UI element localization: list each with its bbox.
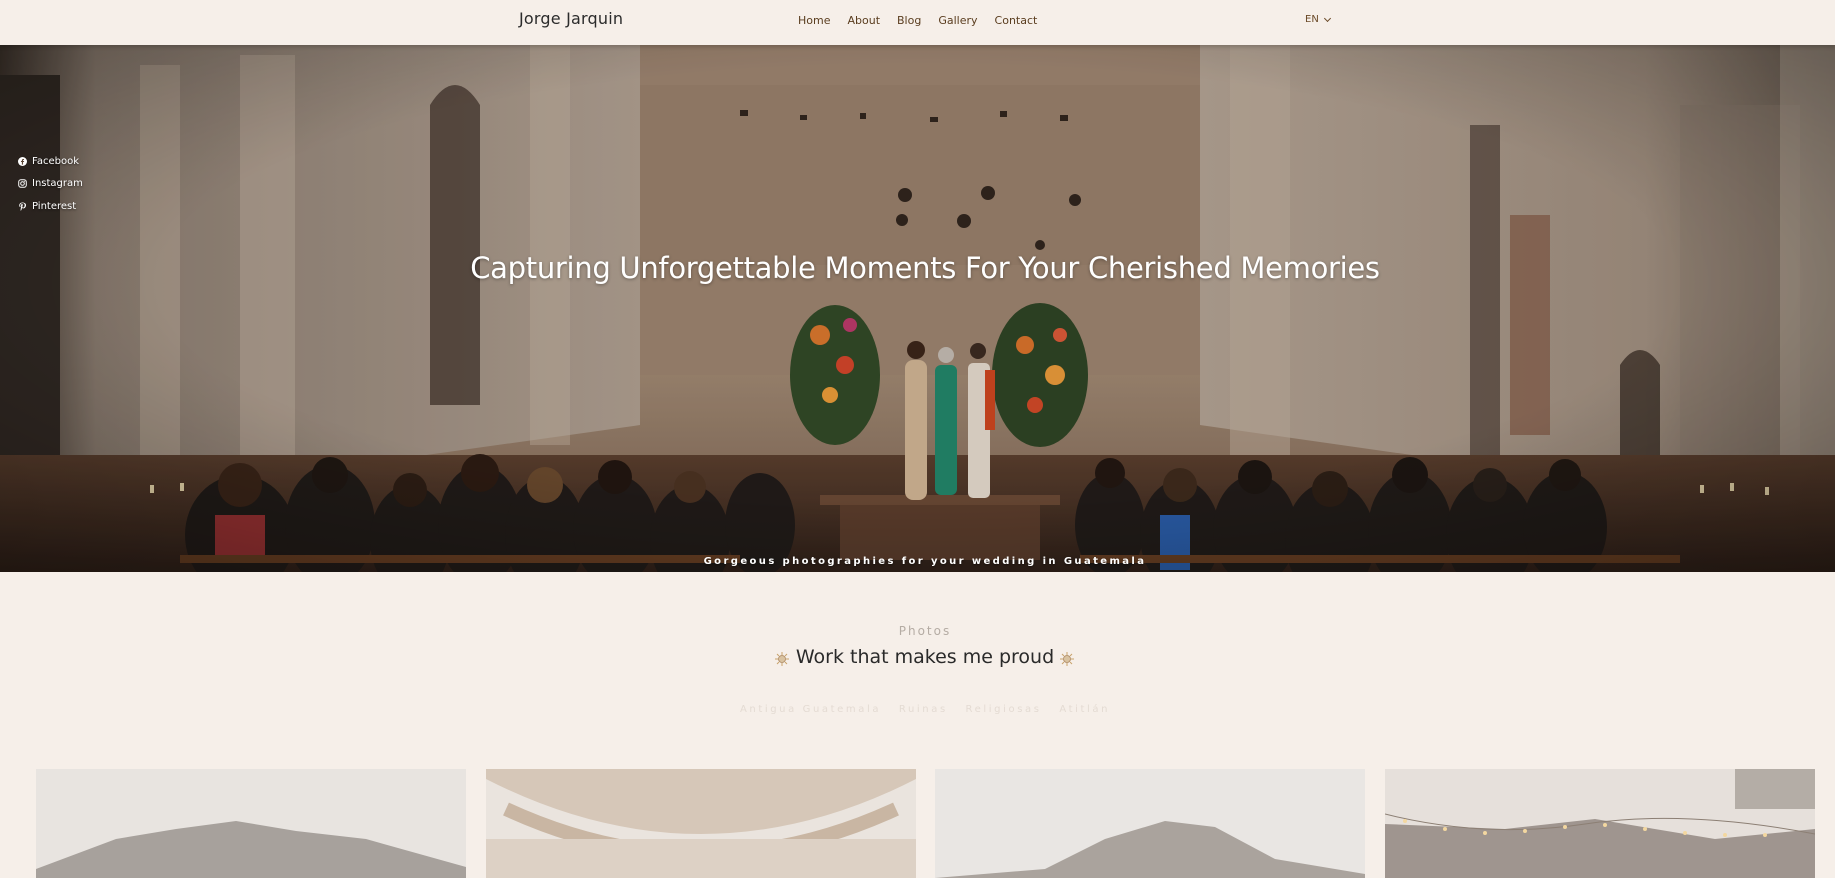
nav-contact[interactable]: Contact [995, 14, 1038, 27]
hero-section: Facebook Instagram Pinterest Capturing U… [0, 45, 1835, 572]
hero-subtitle: Gorgeous photographies for your wedding … [703, 556, 1147, 567]
language-label: EN [1305, 14, 1319, 25]
filter-atitlan[interactable]: Atitlán [1059, 704, 1110, 715]
hero-wedding-photo [0, 45, 1835, 572]
social-pinterest-link[interactable]: Pinterest [18, 195, 83, 218]
sun-ornament-icon [1060, 652, 1074, 666]
gallery-card[interactable] [36, 769, 466, 878]
gallery-filters: Antigua Guatemala Ruinas Religiosas Atit… [0, 704, 1835, 715]
gallery-photo-volcano-2 [935, 769, 1365, 878]
social-facebook-link[interactable]: Facebook [18, 150, 83, 173]
pinterest-icon [18, 202, 27, 211]
social-label: Pinterest [32, 200, 77, 212]
gallery-photo-volcano [36, 769, 466, 878]
social-links: Facebook Instagram Pinterest [18, 150, 83, 218]
instagram-icon [18, 179, 27, 189]
gallery-card[interactable] [1385, 769, 1815, 878]
main-nav: Home About Blog Gallery Contact [798, 14, 1054, 27]
gallery-card[interactable] [935, 769, 1365, 878]
nav-about[interactable]: About [847, 14, 880, 27]
chevron-down-icon [1323, 14, 1331, 22]
social-instagram-link[interactable]: Instagram [18, 173, 83, 196]
language-selector[interactable]: EN [1305, 14, 1331, 25]
nav-gallery[interactable]: Gallery [938, 14, 977, 27]
gallery-photo-string-lights [1385, 769, 1815, 878]
section-title: Work that makes me proud [795, 646, 1055, 668]
top-navigation-bar: Jorge Jarquin Home About Blog Gallery Co… [0, 0, 1835, 45]
filter-religiosas[interactable]: Religiosas [966, 704, 1042, 715]
hero-title: Capturing Unforgettable Moments For Your… [470, 251, 1380, 285]
filter-antigua[interactable]: Antigua Guatemala [740, 704, 881, 715]
facebook-icon [18, 156, 27, 166]
section-eyebrow: Photos [898, 624, 952, 638]
gallery-photo-arch [486, 769, 916, 878]
nav-home[interactable]: Home [798, 14, 830, 27]
social-label: Instagram [32, 178, 83, 190]
gallery-card[interactable] [486, 769, 916, 878]
site-brand[interactable]: Jorge Jarquin [519, 9, 623, 28]
filter-ruinas[interactable]: Ruinas [899, 704, 948, 715]
nav-blog[interactable]: Blog [897, 14, 921, 27]
social-label: Facebook [32, 155, 79, 167]
